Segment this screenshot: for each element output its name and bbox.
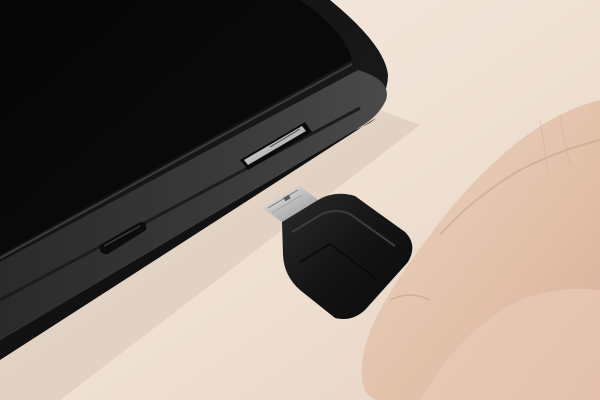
photo-illustration (0, 0, 600, 400)
photo-scene (0, 0, 600, 400)
